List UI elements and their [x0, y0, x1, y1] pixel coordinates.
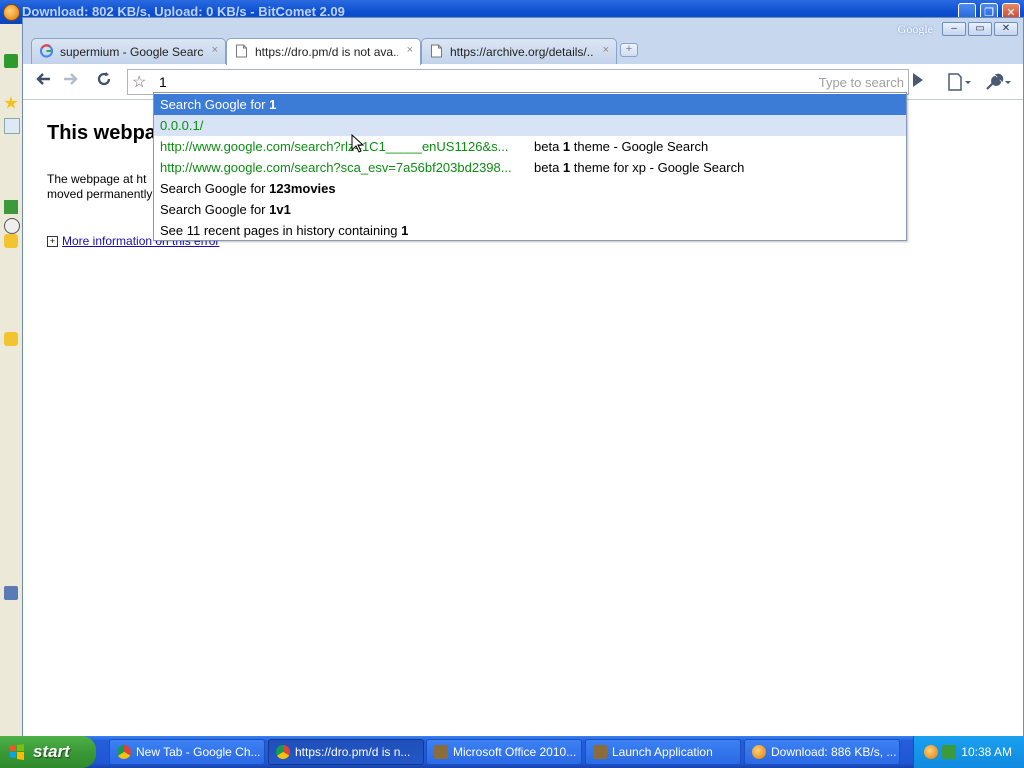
tab-close-icon[interactable]: × — [407, 44, 413, 56]
add-icon[interactable] — [4, 54, 18, 68]
address-input[interactable] — [159, 72, 759, 92]
start-button[interactable]: start — [0, 736, 96, 768]
suggestion-history[interactable]: http://www.google.com/search?rlz=1C1____… — [154, 136, 906, 157]
page-title: This webpa — [47, 122, 156, 144]
suggestion-prefix: Search Google for — [160, 97, 270, 112]
tab-supermium[interactable]: supermium - Google Search × — [31, 38, 226, 64]
suggestion-title: theme for xp - Google Search — [570, 160, 745, 175]
installer-icon — [593, 745, 607, 759]
suggestion-history-count[interactable]: See 11 recent pages in history containin… — [154, 220, 906, 241]
windows-logo-icon — [10, 744, 24, 760]
page-icon — [236, 44, 247, 58]
taskbar-item-label: https://dro.pm/d is n... — [295, 745, 411, 759]
tab-close-icon[interactable]: × — [212, 44, 218, 56]
suggestion-search-1v1[interactable]: Search Google for 1v1 — [154, 199, 906, 220]
taskbar-item-label: Launch Application — [612, 745, 713, 759]
chrome-icon — [117, 745, 131, 759]
mouse-cursor-icon — [351, 134, 365, 153]
suggestion-url-text: http://www.google.com/search?sca_esv=7a5… — [160, 160, 512, 175]
error-message-line2: moved permanently — [47, 187, 153, 201]
google-icon — [40, 44, 53, 58]
tag-icon[interactable] — [4, 200, 18, 214]
page-menu-button[interactable] — [945, 70, 973, 94]
taskbar-item-label: Download: 886 KB/s, ... — [771, 745, 897, 759]
bitcomet-icon — [3, 4, 20, 21]
suggestion-history[interactable]: http://www.google.com/search?sca_esv=7a5… — [154, 157, 906, 178]
wrench-menu-button[interactable] — [983, 70, 1013, 94]
folder-icon[interactable] — [4, 332, 18, 346]
suggestion-query: 1 — [401, 223, 409, 238]
tab-archive-org[interactable]: https://archive.org/details/... × — [421, 38, 617, 64]
reload-button[interactable] — [91, 68, 117, 94]
chrome-restore-button[interactable]: ▭ — [968, 22, 992, 36]
go-icon[interactable] — [913, 73, 923, 87]
back-arrow-icon — [36, 73, 50, 85]
expand-icon[interactable]: + — [47, 236, 58, 248]
reload-icon — [97, 72, 111, 86]
error-message-line1: The webpage at ht — [47, 172, 147, 186]
taskbar-item[interactable]: Download: 886 KB/s, ... — [744, 739, 900, 765]
suggestion-query: 1 — [269, 97, 277, 112]
chrome-icon — [276, 745, 290, 759]
suggestion-prefix: See 11 recent pages in history containin… — [160, 223, 402, 238]
clock-icon[interactable] — [4, 218, 20, 234]
suggestion-title: theme - Google Search — [570, 139, 709, 154]
suggestion-title: beta — [534, 160, 563, 175]
suggestion-url-text: 0.0.0.1/ — [160, 118, 204, 133]
wrench-icon — [986, 73, 1011, 90]
forward-arrow-icon — [64, 73, 78, 85]
bitcomet-tray-icon[interactable] — [924, 745, 938, 759]
tab-label: https://dro.pm/d is not ava... — [255, 45, 398, 59]
star-icon[interactable] — [4, 96, 18, 109]
brand-label: Google — [897, 22, 933, 36]
taskbar-item[interactable]: https://dro.pm/d is n... — [268, 739, 424, 765]
forward-button[interactable] — [57, 68, 83, 94]
users-icon[interactable] — [4, 586, 18, 600]
taskbar-item-label: Microsoft Office 2010... — [453, 745, 577, 759]
suggestion-search-123movies[interactable]: Search Google for 123movies — [154, 178, 906, 199]
suggestion-query: 1v1 — [269, 202, 291, 217]
taskbar-item[interactable]: Microsoft Office 2010... — [426, 739, 582, 765]
new-tab-button[interactable]: + — [620, 43, 638, 57]
tab-label: supermium - Google Search — [60, 45, 203, 59]
chrome-minimize-button[interactable]: – — [942, 22, 966, 36]
suggestion-prefix: Search Google for — [160, 181, 270, 196]
page-menu-icon — [948, 73, 971, 91]
system-tray: 10:38 AM — [913, 736, 1024, 768]
tab-label: https://archive.org/details/... — [450, 45, 594, 59]
bitcomet-sidebar — [0, 24, 23, 736]
bookmark-star-icon[interactable]: ☆ — [132, 72, 146, 92]
taskbar-item[interactable]: Launch Application — [585, 739, 741, 765]
suggestion-url-text: http://www.google.com/search?rlz=1C1____… — [160, 139, 509, 154]
suggestion-title: beta — [534, 139, 563, 154]
page-icon — [431, 44, 442, 58]
search-hint: Type to search — [818, 75, 904, 90]
suggestion-prefix: Search Google for — [160, 202, 270, 217]
bitcomet-icon — [752, 745, 766, 759]
taskbar: start New Tab - Google Ch... https://dro… — [0, 736, 1024, 768]
chrome-close-button[interactable]: ✕ — [994, 22, 1018, 36]
suggestion-search-1[interactable]: Search Google for 1 — [154, 94, 906, 115]
network-tray-icon[interactable] — [942, 745, 956, 759]
suggestion-url[interactable]: 0.0.0.1/ — [154, 115, 906, 136]
taskbar-item-label: New Tab - Google Ch... — [136, 745, 261, 759]
document-icon[interactable] — [4, 118, 20, 134]
folder-icon[interactable] — [4, 234, 18, 248]
clock[interactable]: 10:38 AM — [961, 745, 1012, 759]
taskbar-item[interactable]: New Tab - Google Ch... — [109, 739, 265, 765]
suggestion-query: 123movies — [269, 181, 336, 196]
omnibox-dropdown: Search Google for 1 0.0.0.1/ http://www.… — [153, 92, 907, 241]
tab-close-icon[interactable]: × — [603, 44, 609, 56]
tab-dro-pm[interactable]: https://dro.pm/d is not ava... × — [226, 38, 421, 65]
back-button[interactable] — [31, 68, 57, 94]
start-label: start — [33, 742, 70, 761]
installer-icon — [434, 745, 448, 759]
